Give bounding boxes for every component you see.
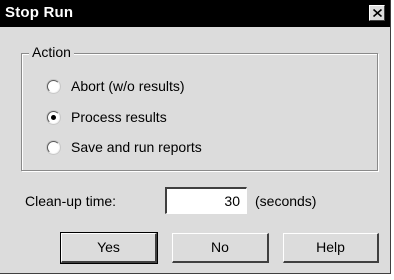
no-button[interactable]: No	[172, 233, 269, 263]
close-button[interactable]	[369, 5, 385, 21]
cleanup-time-input[interactable]: 30	[165, 187, 247, 214]
help-button[interactable]: Help	[283, 233, 379, 263]
close-icon	[373, 9, 382, 17]
action-group-legend: Action	[29, 44, 74, 60]
radio-label-abort: Abort (w/o results)	[71, 78, 185, 94]
radio-option-save-and-run-reports[interactable]: Save and run reports	[47, 138, 202, 156]
title-bar[interactable]: Stop Run	[0, 0, 390, 27]
cleanup-time-label: Clean-up time:	[25, 193, 117, 209]
radio-button-save-and-run-reports[interactable]	[47, 140, 60, 154]
radio-label-save-and-run-reports: Save and run reports	[71, 139, 202, 155]
radio-button-abort[interactable]	[47, 79, 60, 93]
radio-selected-dot	[51, 114, 56, 120]
yes-button[interactable]: Yes	[60, 232, 158, 264]
window-title: Stop Run	[5, 4, 74, 21]
radio-label-process-results: Process results	[71, 109, 167, 125]
radio-option-abort[interactable]: Abort (w/o results)	[47, 77, 185, 95]
cleanup-time-unit: (seconds)	[255, 193, 317, 209]
radio-button-process-results[interactable]	[47, 110, 60, 124]
stop-run-dialog: Stop Run Action Abort (w/o results) Proc…	[0, 0, 391, 274]
radio-option-process-results[interactable]: Process results	[47, 108, 167, 126]
